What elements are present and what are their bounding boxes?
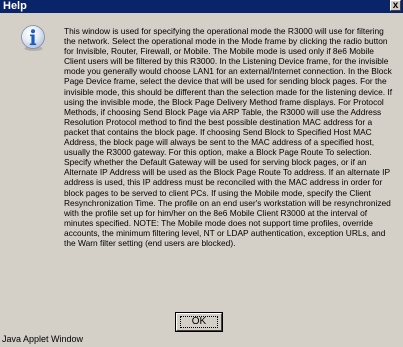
help-dialog-window: Help x This window is used for specifyin… xyxy=(0,0,403,347)
close-button[interactable]: x xyxy=(390,0,401,11)
applet-status-text: Java Applet Window xyxy=(2,334,84,344)
ok-button[interactable]: OK xyxy=(175,312,223,332)
ok-button-label: OK xyxy=(191,316,207,327)
window-title: Help xyxy=(3,0,27,12)
close-icon: x xyxy=(392,0,399,11)
help-message-text: This window is used for specifying the o… xyxy=(64,26,393,248)
info-icon xyxy=(21,25,45,51)
title-bar[interactable]: Help x xyxy=(0,0,403,13)
